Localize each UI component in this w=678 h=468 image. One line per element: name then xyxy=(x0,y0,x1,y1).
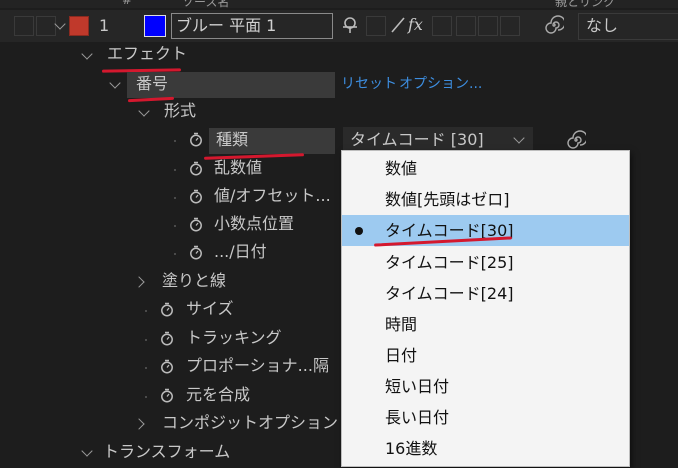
reset-link[interactable]: リセット xyxy=(341,72,397,96)
menu-item-label: 数値 xyxy=(385,159,418,178)
menu-item-label: 日付 xyxy=(385,346,418,365)
layer-name: ブルー 平面 1 xyxy=(176,16,277,35)
size-label: サイズ xyxy=(186,299,234,318)
parent-value: なし xyxy=(586,16,619,35)
tree-dot xyxy=(145,396,147,398)
layer-switch-box[interactable] xyxy=(14,16,34,36)
stopwatch-icon[interactable] xyxy=(189,189,203,204)
tree-dot xyxy=(145,339,147,341)
menu-item-short-date[interactable]: 短い日付 xyxy=(342,371,629,402)
composite-options-label: コンポジットオプション xyxy=(162,413,339,432)
menu-item-number[interactable]: 数値 xyxy=(342,153,629,184)
layer-row[interactable]: 1 ブルー 平面 1 fx なし xyxy=(0,10,678,42)
fill-stroke-chevron-icon[interactable] xyxy=(133,276,145,288)
effect-expand-chevron-icon[interactable] xyxy=(81,48,93,60)
menu-item-label: タイムコード[24] xyxy=(385,284,514,303)
effect-group-label: エフェクト xyxy=(107,44,188,63)
tree-dot xyxy=(174,225,176,227)
menu-item-timecode-25[interactable]: タイムコード[25] xyxy=(342,247,629,278)
tree-dot xyxy=(145,310,147,312)
format-group-row[interactable]: 形式 xyxy=(0,99,678,127)
menu-item-label: 数値[先頭はゼロ] xyxy=(385,190,510,209)
menu-item-long-date[interactable]: 長い日付 xyxy=(342,402,629,433)
column-header: # ソース名 親とリンク xyxy=(0,0,678,8)
format-expand-chevron-icon[interactable] xyxy=(138,105,150,117)
switch-box[interactable] xyxy=(432,16,452,36)
transform-chevron-icon[interactable] xyxy=(81,445,93,457)
chevron-down-icon xyxy=(513,132,525,144)
quality-slash-icon[interactable] xyxy=(390,16,406,34)
menu-item-timecode-24[interactable]: タイムコード[24] xyxy=(342,278,629,309)
effect-group-row[interactable]: エフェクト xyxy=(0,42,678,70)
stopwatch-icon[interactable] xyxy=(160,388,174,403)
switch-box[interactable] xyxy=(478,16,498,36)
tree-dot xyxy=(145,367,147,369)
menu-item-label: タイムコード[25] xyxy=(385,253,514,272)
switch-box[interactable] xyxy=(366,16,386,36)
type-property-label: 種類 xyxy=(216,130,249,149)
layer-number: 1 xyxy=(99,16,110,35)
effects-fx-icon[interactable]: fx xyxy=(408,13,423,37)
menu-item-label: 16進数 xyxy=(385,439,438,458)
composite-original-label: 元を合成 xyxy=(186,385,251,404)
value-offset-label: 値/オフセット... xyxy=(214,186,331,205)
stopwatch-icon[interactable] xyxy=(160,302,174,317)
selected-bullet-icon xyxy=(355,227,363,235)
transform-label: トランスフォーム xyxy=(103,442,231,461)
layer-name-field[interactable]: ブルー 平面 1 xyxy=(171,13,333,39)
number-effect-row[interactable]: 番号 リセット オプション... xyxy=(0,71,678,99)
composite-options-chevron-icon[interactable] xyxy=(133,418,145,430)
parent-dropdown[interactable]: なし xyxy=(578,13,678,40)
tree-dot xyxy=(174,197,176,199)
pickwhip-icon[interactable] xyxy=(566,130,588,150)
parent-pickwhip-icon[interactable] xyxy=(544,15,566,35)
tree-dot xyxy=(174,169,176,171)
shy-layer-icon[interactable] xyxy=(338,16,362,34)
format-group-label: 形式 xyxy=(164,101,197,120)
layer-expand-chevron-icon[interactable] xyxy=(54,18,66,30)
type-dropdown-menu[interactable]: 数値 数値[先頭はゼロ] タイムコード[30] タイムコード[25] タイムコー… xyxy=(341,150,630,467)
menu-item-time[interactable]: 時間 xyxy=(342,309,629,340)
menu-item-date[interactable]: 日付 xyxy=(342,340,629,371)
stopwatch-icon[interactable] xyxy=(160,331,174,346)
random-property-label: 乱数値 xyxy=(214,158,263,177)
header-col-number: # xyxy=(122,0,133,7)
menu-item-label: 長い日付 xyxy=(385,408,450,427)
header-col-source-name: ソース名 xyxy=(182,0,230,8)
type-dropdown-value: タイムコード [30] xyxy=(350,130,484,149)
date-label: .../日付 xyxy=(214,242,267,261)
stopwatch-icon[interactable] xyxy=(189,245,203,260)
proportional-label: プロポーショナ...隔 xyxy=(186,356,329,375)
menu-item-number-leading-zero[interactable]: 数値[先頭はゼロ] xyxy=(342,184,629,215)
menu-item-hex[interactable]: 16進数 xyxy=(342,433,629,464)
layer-switch-box[interactable] xyxy=(36,16,56,36)
tracking-label: トラッキング xyxy=(186,328,282,347)
switch-box[interactable] xyxy=(456,16,476,36)
stopwatch-icon[interactable] xyxy=(189,217,203,232)
fill-stroke-label: 塗りと線 xyxy=(162,271,227,290)
stopwatch-icon[interactable] xyxy=(189,132,203,147)
menu-item-label: 短い日付 xyxy=(385,377,450,396)
switch-box[interactable] xyxy=(500,16,520,36)
tree-dot xyxy=(174,140,176,142)
header-col-parent: 親とリンク xyxy=(555,0,616,8)
label-color-swatch[interactable] xyxy=(69,16,89,36)
solid-color-swatch[interactable] xyxy=(144,15,166,37)
number-effect-chevron-icon[interactable] xyxy=(109,77,121,89)
options-link[interactable]: オプション... xyxy=(399,72,482,96)
menu-item-timecode-30[interactable]: タイムコード[30] xyxy=(342,215,629,246)
menu-item-label: 時間 xyxy=(385,315,418,334)
tree-dot xyxy=(174,253,176,255)
stopwatch-icon[interactable] xyxy=(189,161,203,176)
stopwatch-icon[interactable] xyxy=(160,359,174,374)
decimal-label: 小数点位置 xyxy=(214,214,295,233)
number-effect-label: 番号 xyxy=(136,74,169,93)
